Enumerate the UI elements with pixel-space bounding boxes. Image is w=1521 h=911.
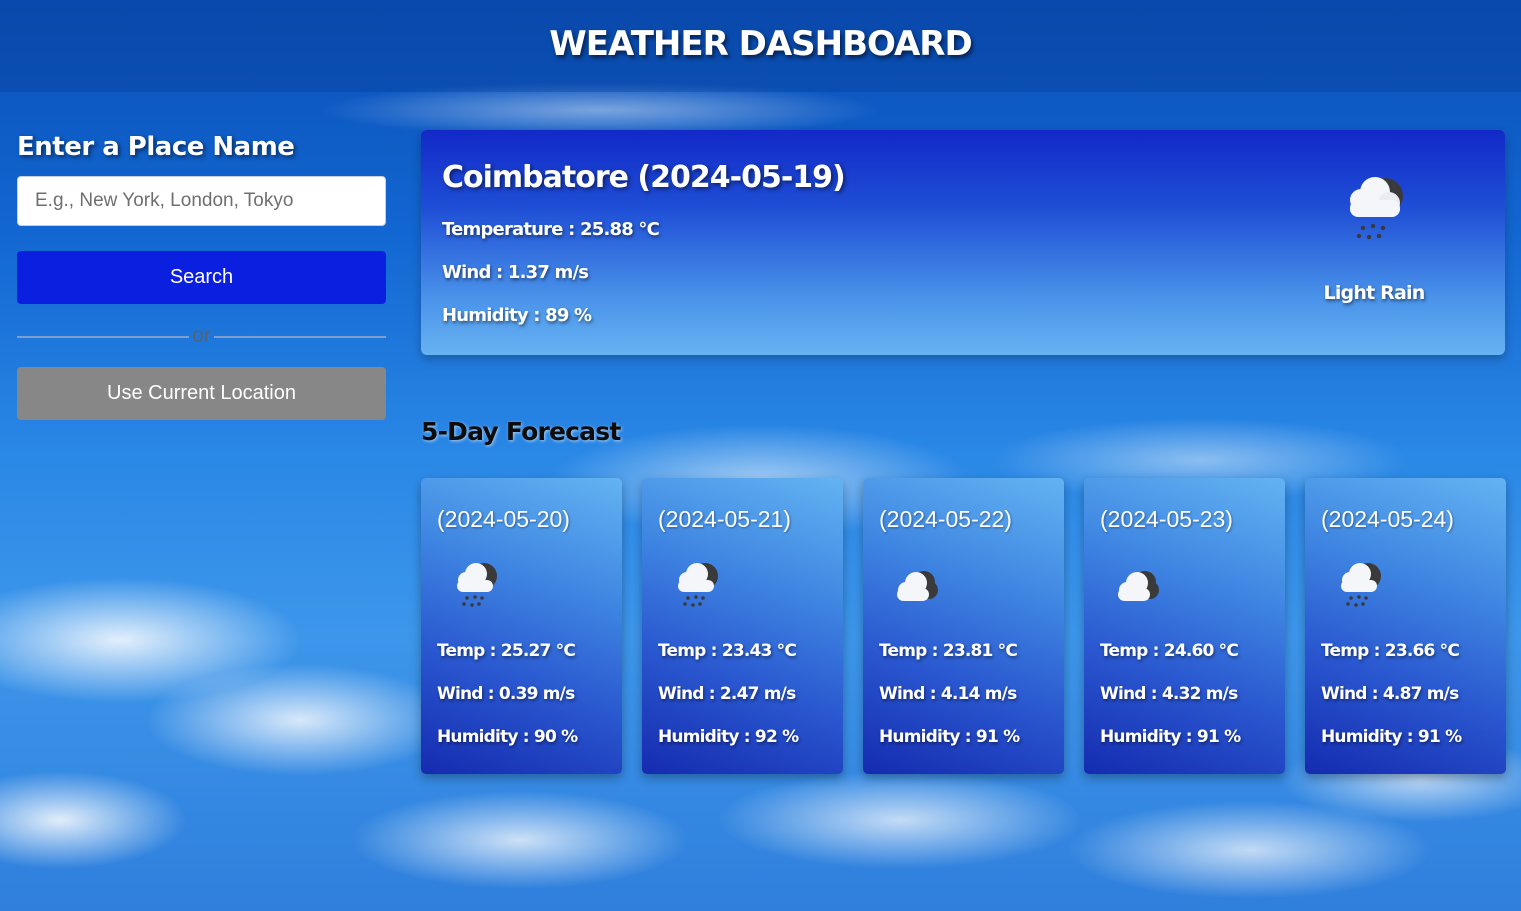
forecast-card: (2024-05-24) Temp : 23.66 °C Wind : 4.87…	[1305, 478, 1506, 774]
search-button[interactable]: Search	[17, 251, 386, 304]
forecast-title: 5-Day Forecast	[421, 417, 621, 446]
forecast-temp: Temp : 23.81 °C	[879, 641, 1018, 661]
current-humidity: Humidity : 89 %	[442, 305, 592, 326]
forecast-wind: Wind : 4.32 m/s	[1100, 684, 1238, 704]
forecast-wind: Wind : 4.14 m/s	[879, 684, 1017, 704]
overcast-cloud-icon	[897, 571, 938, 601]
search-panel: Enter a Place Name Search or Use Current…	[17, 132, 386, 420]
forecast-temp: Temp : 24.60 °C	[1100, 641, 1239, 661]
forecast-temp: Temp : 23.43 °C	[658, 641, 797, 661]
use-current-location-button[interactable]: Use Current Location	[17, 367, 386, 420]
header-bar: WEATHER DASHBOARD	[0, 0, 1521, 92]
current-weather-description: Light Rain	[1323, 282, 1426, 304]
or-divider: or	[17, 321, 386, 351]
rain-cloud-icon	[457, 563, 497, 607]
rain-cloud-icon	[1341, 563, 1381, 607]
overcast-cloud-icon	[1118, 571, 1159, 601]
forecast-wind: Wind : 4.87 m/s	[1321, 684, 1459, 704]
forecast-list: (2024-05-20) Temp : 25.27 °C Wind : 0.39…	[421, 478, 1506, 774]
forecast-temp: Temp : 23.66 °C	[1321, 641, 1460, 661]
rain-cloud-icon	[678, 563, 718, 607]
forecast-humidity: Humidity : 91 %	[879, 727, 1020, 747]
forecast-card: (2024-05-23) Temp : 24.60 °C Wind : 4.32…	[1084, 478, 1285, 774]
forecast-date: (2024-05-22)	[879, 506, 1012, 532]
forecast-humidity: Humidity : 91 %	[1100, 727, 1241, 747]
place-search-input[interactable]	[17, 176, 386, 226]
current-weather-card: Coimbatore (2024-05-19) Temperature : 25…	[421, 130, 1505, 355]
current-temperature: Temperature : 25.88 °C	[442, 219, 660, 240]
current-wind: Wind : 1.37 m/s	[442, 262, 589, 283]
forecast-date: (2024-05-20)	[437, 506, 570, 532]
forecast-date: (2024-05-24)	[1321, 506, 1454, 532]
forecast-wind: Wind : 0.39 m/s	[437, 684, 575, 704]
app-title: WEATHER DASHBOARD	[549, 24, 972, 64]
current-city-title: Coimbatore (2024-05-19)	[442, 160, 846, 195]
forecast-card: (2024-05-22) Temp : 23.81 °C Wind : 4.14…	[863, 478, 1064, 774]
forecast-date: (2024-05-23)	[1100, 506, 1233, 532]
search-section-label: Enter a Place Name	[17, 132, 295, 162]
forecast-card: (2024-05-20) Temp : 25.27 °C Wind : 0.39…	[421, 478, 622, 774]
forecast-humidity: Humidity : 90 %	[437, 727, 578, 747]
forecast-card: (2024-05-21) Temp : 23.43 °C Wind : 2.47…	[642, 478, 843, 774]
forecast-humidity: Humidity : 91 %	[1321, 727, 1462, 747]
forecast-wind: Wind : 2.47 m/s	[658, 684, 796, 704]
divider-line-right	[214, 336, 386, 338]
forecast-temp: Temp : 25.27 °C	[437, 641, 576, 661]
rain-cloud-icon	[1350, 177, 1403, 240]
forecast-humidity: Humidity : 92 %	[658, 727, 799, 747]
forecast-date: (2024-05-21)	[658, 506, 791, 532]
